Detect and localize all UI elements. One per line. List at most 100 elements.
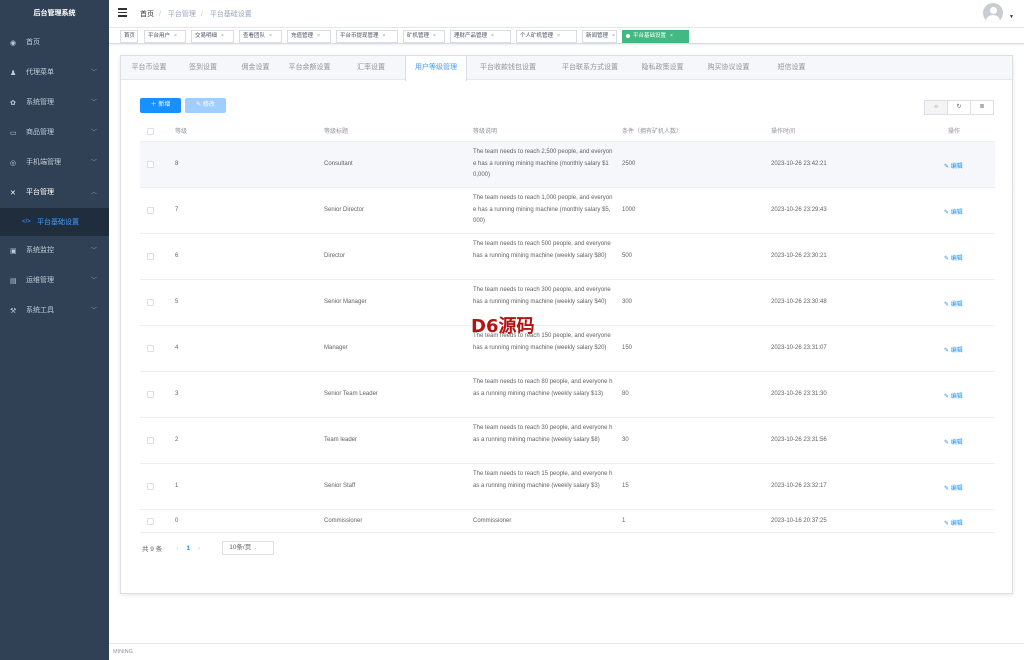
caret-down-icon[interactable]: ▼: [1009, 14, 1014, 20]
sidebar-subitem-active[interactable]: </> 平台基础设置: [0, 208, 109, 236]
sidebar-item[interactable]: ⚒ 系统工具 ﹀: [0, 296, 109, 326]
tab-item[interactable]: 平台币设置: [121, 56, 177, 80]
close-icon[interactable]: ×: [174, 33, 177, 39]
edit-icon: ✎: [944, 210, 950, 216]
edit-row-button[interactable]: ✎ 编辑: [944, 299, 963, 308]
tab-item[interactable]: 佣金设置: [229, 56, 282, 80]
table-row[interactable]: 7 Senior Director The team needs to reach …: [140, 188, 995, 234]
row-checkbox[interactable]: [147, 161, 154, 168]
table-row[interactable]: 8 Consultant The team needs to reach 2,500…: [140, 142, 995, 188]
edit-button[interactable]: ✎ 修改: [185, 98, 226, 113]
edit-row-button[interactable]: ✎ 编辑: [944, 437, 963, 446]
edit-row-button[interactable]: ✎ 编辑: [944, 483, 963, 492]
tag-item[interactable]: 平台币提现管理 ×: [336, 30, 398, 43]
tab-item[interactable]: 平台收款钱包设置: [467, 56, 549, 80]
current-page[interactable]: 1: [186, 545, 190, 552]
code-icon: </>: [22, 219, 31, 225]
edit-row-button[interactable]: ✎ 编辑: [944, 518, 963, 527]
tab-item[interactable]: 购买协议设置: [694, 56, 763, 80]
hamburger-icon[interactable]: [118, 8, 127, 17]
table-row[interactable]: 6 Director The team needs to reach 500 peo…: [140, 234, 995, 280]
row-checkbox[interactable]: [147, 517, 154, 525]
tag-item[interactable]: 查看团队 ×: [239, 30, 282, 43]
sidebar-item[interactable]: ◎ 手机端管理 ﹀: [0, 148, 109, 178]
row-checkbox[interactable]: [147, 253, 154, 260]
time-cell: 2023-10-26 23:31:56: [771, 437, 827, 443]
tab-item[interactable]: 隐私政策设置: [631, 56, 694, 80]
table-row[interactable]: 5 Senior Manager The team needs to reach 3…: [140, 280, 995, 326]
close-icon[interactable]: ×: [491, 33, 494, 39]
search-icon[interactable]: ○: [924, 100, 948, 115]
add-button[interactable]: ＋ 新增: [140, 98, 181, 113]
table-row[interactable]: 0 Commissioner Commissioner 1 2023-10-16 20:…: [140, 510, 995, 533]
server-icon: ▤: [10, 277, 17, 285]
row-checkbox[interactable]: [147, 391, 154, 398]
sidebar-item[interactable]: ✕ 平台管理 ︿: [0, 178, 109, 208]
wrench-icon: ⚒: [10, 307, 17, 315]
sidebar-item[interactable]: ▣ 系统监控 ﹀: [0, 236, 109, 266]
tag-item[interactable]: 平台用户 ×: [144, 30, 186, 43]
edit-row-button[interactable]: ✎ 编辑: [944, 207, 963, 216]
sidebar-item[interactable]: ▭ 商品管理 ﹀: [0, 118, 109, 148]
tab-item[interactable]: 短信设置: [763, 56, 820, 80]
close-icon[interactable]: ×: [221, 33, 224, 39]
row-checkbox[interactable]: [147, 299, 154, 306]
chevron-down-icon: ﹀: [90, 130, 97, 136]
next-page-button[interactable]: ›: [198, 545, 200, 552]
column-header: 操作时间: [771, 129, 796, 135]
edit-row-button[interactable]: ✎ 编辑: [944, 161, 963, 170]
close-icon[interactable]: ×: [433, 33, 436, 39]
breadcrumb-item: 平台管理: [167, 11, 196, 18]
row-checkbox[interactable]: [147, 437, 154, 444]
breadcrumb-item[interactable]: 首页: [140, 11, 154, 18]
row-checkbox[interactable]: [147, 207, 154, 214]
page-size-select[interactable]: 10条/页 ⌄: [222, 541, 275, 555]
sidebar-item[interactable]: ✿ 系统管理 ﹀: [0, 88, 109, 118]
refresh-icon[interactable]: ↻: [947, 100, 971, 115]
tab-item[interactable]: 汇率设置: [337, 56, 405, 80]
tab-item[interactable]: 签到设置: [177, 56, 229, 80]
edit-row-button[interactable]: ✎ 编辑: [944, 345, 963, 354]
sidebar-item-label: 代理菜单: [26, 69, 54, 76]
tag-item[interactable]: 矿机管理 ×: [403, 30, 445, 43]
tab-item[interactable]: 平台余额设置: [282, 56, 337, 80]
sidebar-item[interactable]: ◉ 首页: [0, 28, 109, 58]
chevron-down-icon: ﹀: [90, 278, 97, 284]
level-cell: 7: [175, 207, 179, 213]
row-checkbox[interactable]: [147, 345, 154, 352]
close-icon[interactable]: ×: [670, 33, 673, 39]
close-icon[interactable]: ×: [612, 33, 615, 39]
tag-item[interactable]: 理财产品管理 ×: [450, 30, 511, 43]
prev-page-button[interactable]: ‹: [176, 545, 178, 552]
tag-item[interactable]: 新闻管理 ×: [582, 30, 617, 43]
row-checkbox[interactable]: [147, 483, 154, 490]
tag-item[interactable]: 个人矿机管理 ×: [516, 30, 577, 43]
tag-item[interactable]: 平台基础设置 ×: [622, 30, 689, 43]
table-row[interactable]: 1 Senior Staff The team needs to reach 15 …: [140, 464, 995, 510]
level-cell: 6: [175, 253, 179, 259]
select-all-checkbox[interactable]: [147, 128, 154, 135]
close-icon[interactable]: ×: [557, 33, 560, 39]
edit-row-button[interactable]: ✎ 编辑: [944, 391, 963, 400]
tag-item[interactable]: 充值管理 ×: [287, 30, 331, 43]
sidebar-item[interactable]: ♟ 代理菜单 ﹀: [0, 58, 109, 88]
title-cell: Director: [324, 253, 346, 259]
table-row[interactable]: 4 Manager The team needs to reach 150 peop…: [140, 326, 995, 372]
pagination: 共 9 条 ‹ 1 › 10条/页 ⌄: [142, 540, 275, 556]
close-icon[interactable]: ×: [383, 33, 386, 39]
close-icon[interactable]: ×: [269, 33, 272, 39]
condition-cell: 1000: [622, 207, 636, 213]
sidebar-item[interactable]: ▤ 运维管理 ﹀: [0, 266, 109, 296]
table-row[interactable]: 3 Senior Team Leader The team needs to rea…: [140, 372, 995, 418]
table-row[interactable]: 2 Team leader The team needs to reach 30 p…: [140, 418, 995, 464]
columns-icon[interactable]: ≣: [970, 100, 994, 115]
settings-tabs: 平台币设置 签到设置 佣金设置 平台余额设置 汇率设置 用户等级管理 平台收款钱包设置 平台联…: [121, 56, 1012, 81]
tag-item[interactable]: 首页: [120, 30, 138, 43]
tag-item[interactable]: 交易明细 ×: [191, 30, 234, 43]
tab-item[interactable]: 平台联系方式设置: [549, 56, 631, 80]
edit-row-button[interactable]: ✎ 编辑: [944, 253, 963, 262]
avatar[interactable]: [983, 3, 1003, 23]
close-icon[interactable]: ×: [317, 33, 320, 39]
edit-icon: ✎: [944, 486, 950, 492]
tab-item[interactable]: 用户等级管理: [405, 56, 467, 81]
